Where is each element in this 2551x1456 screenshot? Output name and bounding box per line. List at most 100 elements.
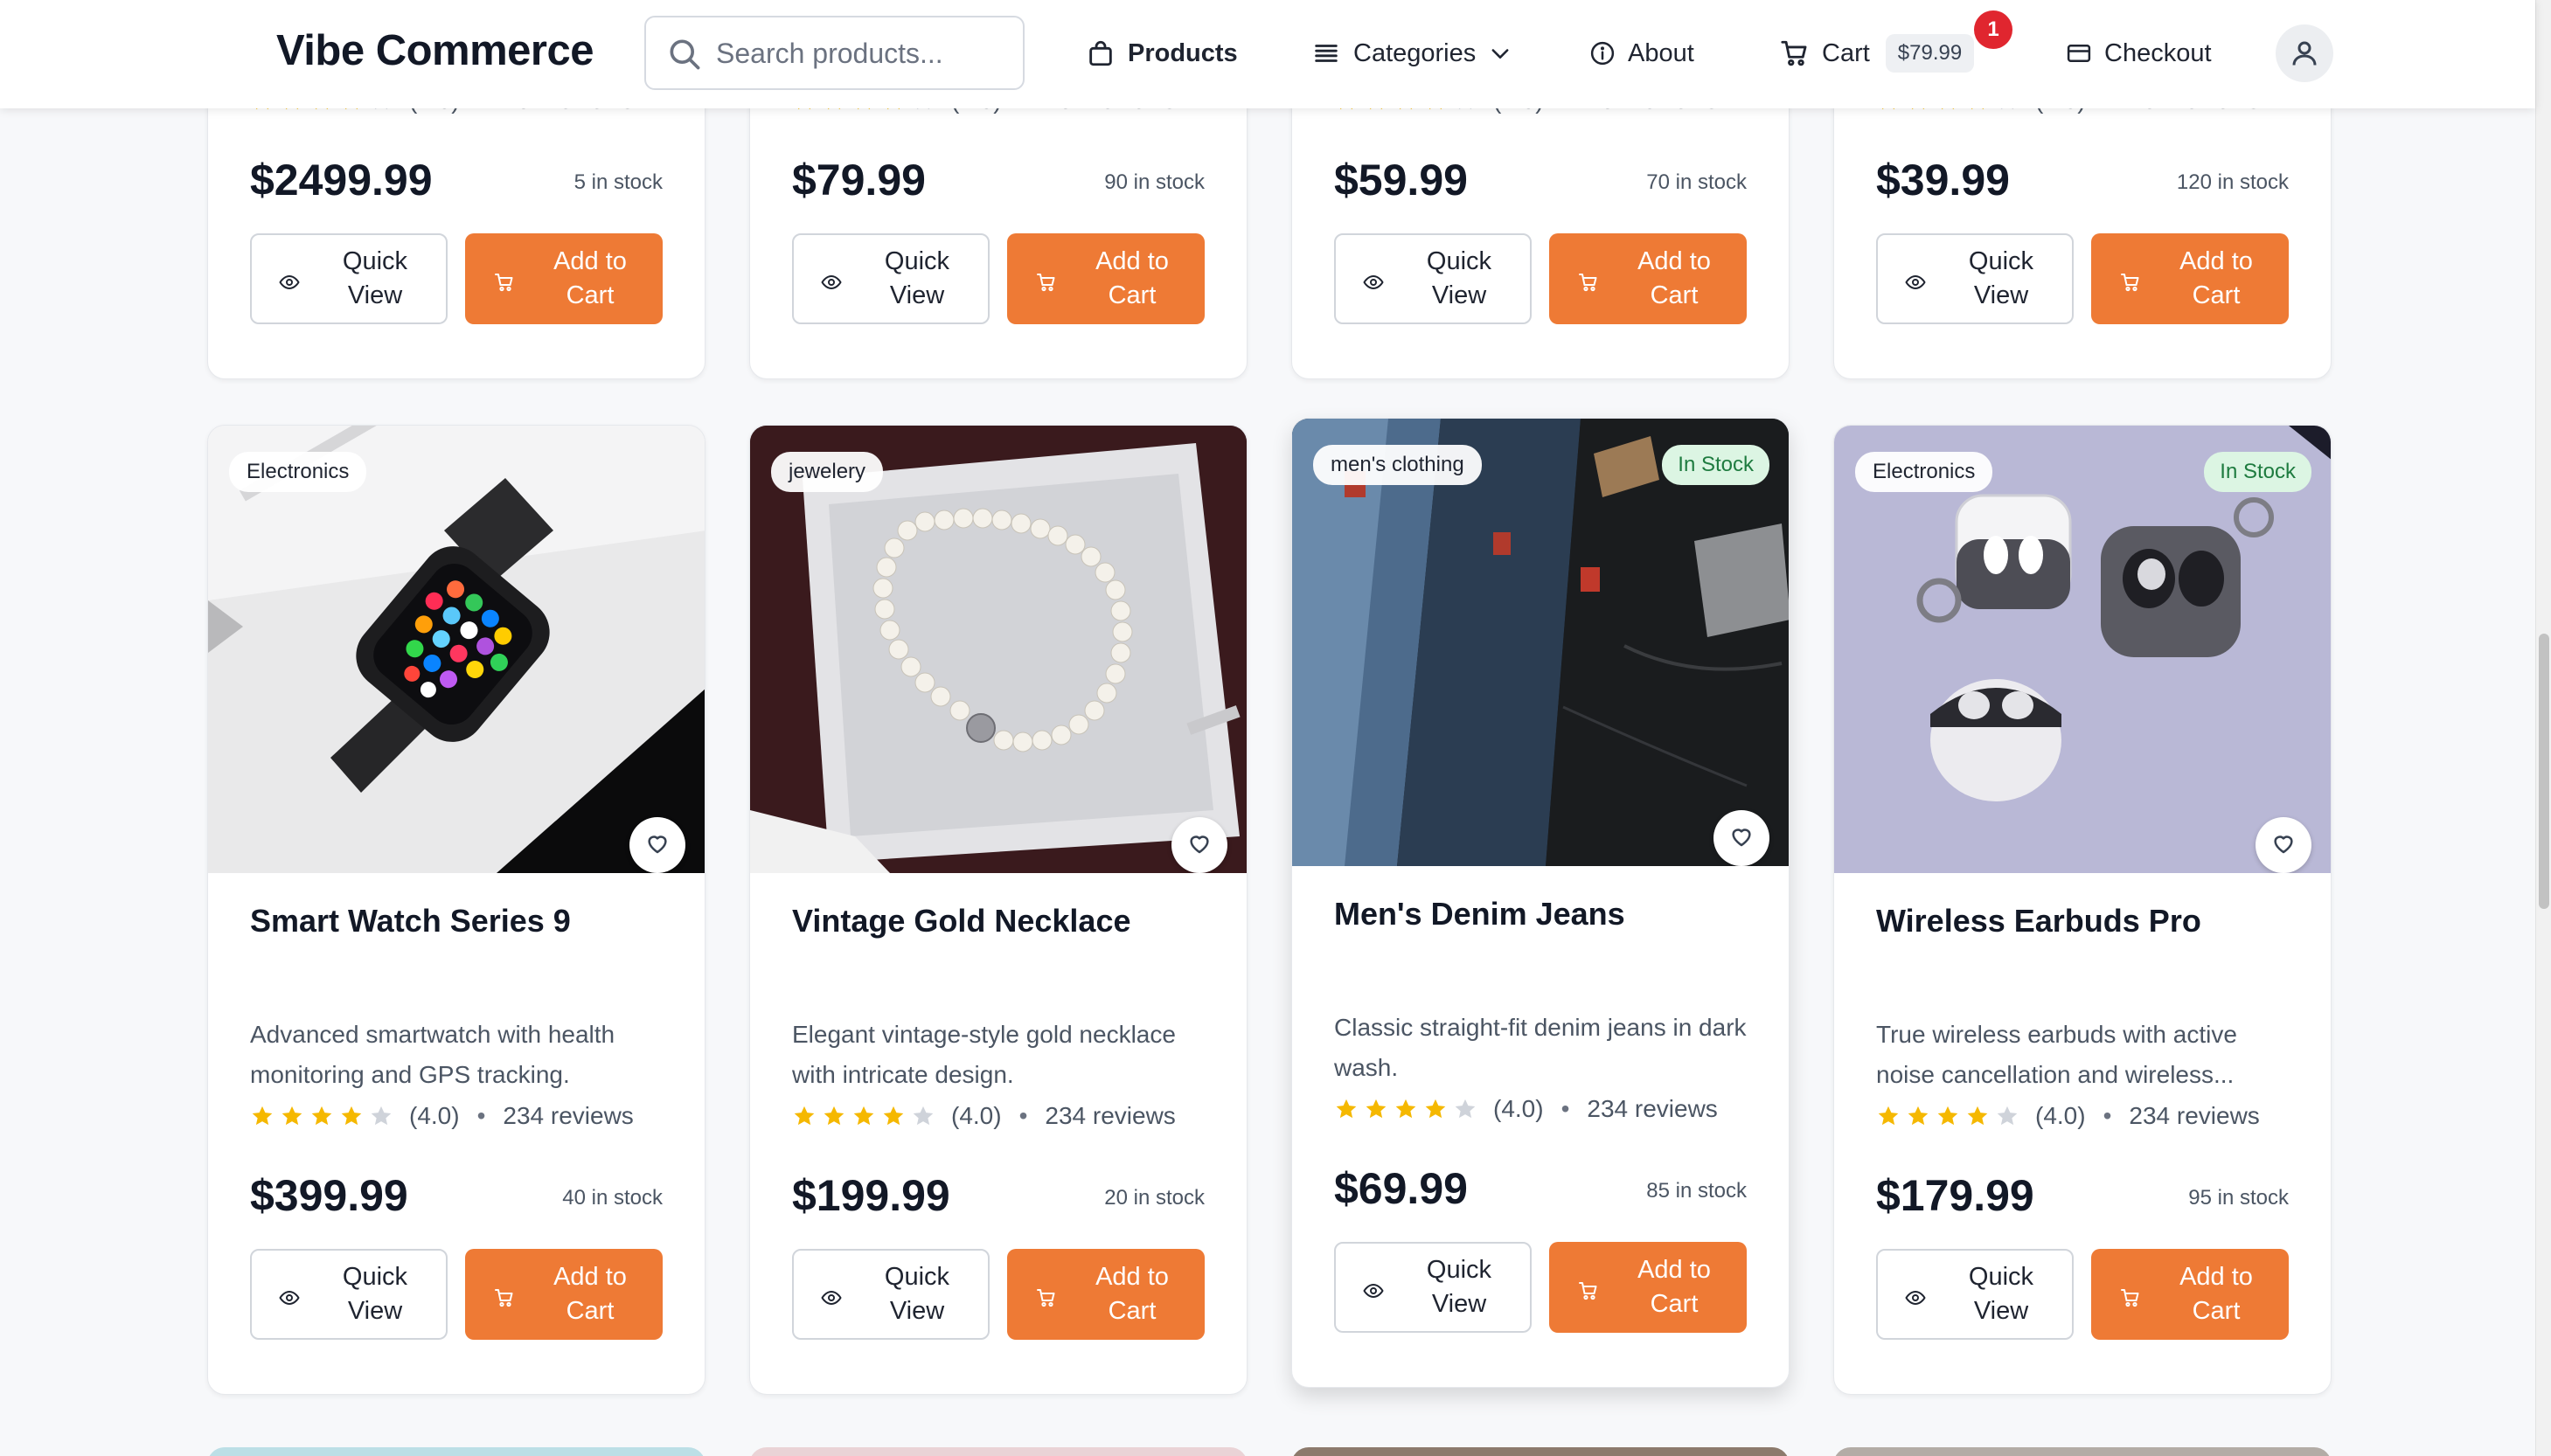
category-badge: Electronics <box>229 452 367 492</box>
product-name[interactable]: Vintage Gold Necklace <box>792 903 1131 939</box>
quick-view-button[interactable]: Quick View <box>792 233 990 324</box>
product-image[interactable]: Electronics <box>208 426 705 873</box>
favorite-button[interactable] <box>1171 817 1227 873</box>
nav-cart-label: Cart <box>1822 38 1870 67</box>
add-to-cart-button[interactable]: Add to Cart <box>2091 233 2289 324</box>
star-rating <box>1876 1104 2019 1128</box>
nav-checkout-link[interactable]: Checkout <box>2066 26 2212 80</box>
add-to-cart-button[interactable]: Add to Cart <box>465 233 663 324</box>
quick-view-label: Quick View <box>342 1263 408 1325</box>
nav-products-link[interactable]: Products <box>1086 26 1238 80</box>
review-count: 234 reviews <box>1045 1102 1176 1129</box>
favorite-button[interactable] <box>629 817 685 873</box>
add-to-cart-label: Add to Cart <box>553 1263 627 1325</box>
star-filled-icon <box>853 1106 874 1126</box>
add-to-cart-button[interactable]: Add to Cart <box>465 1249 663 1340</box>
product-name[interactable]: Smart Watch Series 9 <box>250 903 571 939</box>
user-icon <box>2292 41 2317 66</box>
product-card[interactable]: Electronics Smart Watch Series 9 Advance… <box>207 425 706 1395</box>
nav-categories-dropdown[interactable]: Categories <box>1311 26 1512 80</box>
separator-dot: • <box>2103 1102 2112 1129</box>
scrollbar-thumb[interactable] <box>2539 634 2549 909</box>
product-card[interactable]: Electronics In Stock Wireless Earbuds Pr… <box>1833 425 2332 1395</box>
card-body: Men's Denim Jeans Classic straight-fit d… <box>1334 866 1747 1387</box>
add-to-cart-button[interactable]: Add to Cart <box>1007 233 1205 324</box>
search-box[interactable] <box>644 16 1025 90</box>
add-to-cart-button[interactable]: Add to Cart <box>1549 1242 1747 1333</box>
chevron-down-icon <box>1491 49 1509 59</box>
add-to-cart-button[interactable]: Add to Cart <box>1549 233 1747 324</box>
product-price: $399.99 <box>250 1171 408 1220</box>
quick-view-button[interactable]: Quick View <box>1876 1249 2074 1340</box>
product-image[interactable]: Electronics In Stock <box>1834 426 2331 873</box>
product-image[interactable]: men's clothing In Stock <box>1292 419 1789 866</box>
quick-view-button[interactable]: Quick View <box>250 1249 448 1340</box>
add-to-cart-label: Add to Cart <box>1095 1263 1169 1325</box>
star-filled-icon <box>1967 1106 1988 1126</box>
rating-value: (4.0) <box>951 1102 1002 1129</box>
product-price: $179.99 <box>1876 1171 2034 1220</box>
quick-view-label: Quick View <box>1426 247 1492 309</box>
product-card-next-row <box>1833 1447 2332 1456</box>
product-price: $199.99 <box>792 1171 950 1220</box>
denim-jeans-photo <box>1292 419 1789 866</box>
product-price: $59.99 <box>1334 156 1468 205</box>
nav-about-link[interactable]: About <box>1589 26 1694 80</box>
separator-dot: • <box>1018 1102 1028 1129</box>
eye-icon <box>821 268 842 289</box>
favorite-button[interactable] <box>2256 817 2311 873</box>
favorite-button[interactable] <box>1713 810 1769 866</box>
review-count: 234 reviews <box>2129 1102 2260 1129</box>
product-name[interactable]: Men's Denim Jeans <box>1334 896 1625 933</box>
star-filled-icon <box>824 1106 845 1126</box>
cart-icon <box>1578 1277 1599 1300</box>
separator-dot: • <box>1560 1095 1570 1122</box>
quick-view-button[interactable]: Quick View <box>1334 1242 1532 1333</box>
nav-categories-label: Categories <box>1353 38 1477 67</box>
product-image[interactable]: jewelery <box>750 426 1247 873</box>
search-icon <box>670 39 700 70</box>
rating-row: (4.0) • 234 reviews <box>250 1102 634 1130</box>
page-scrollbar[interactable] <box>2535 0 2551 1456</box>
quick-view-label: Quick View <box>884 247 950 309</box>
pearl-necklace-photo <box>750 426 1247 873</box>
product-card[interactable]: men's clothing In Stock Men's Denim Jean… <box>1291 418 1790 1388</box>
product-description: Classic straight-fit denim jeans in dark… <box>1334 1014 1747 1081</box>
brand-logo[interactable]: Vibe Commerce <box>276 26 594 75</box>
card-body: Wireless Earbuds Pro True wireless earbu… <box>1876 873 2289 1394</box>
product-description: Elegant vintage-style gold necklace with… <box>792 1021 1176 1088</box>
add-to-cart-button[interactable]: Add to Cart <box>1007 1249 1205 1340</box>
cart-icon <box>1036 268 1057 292</box>
stock-count: 20 in stock <box>1104 1186 1205 1210</box>
stock-count: 5 in stock <box>573 170 663 194</box>
quick-view-button[interactable]: Quick View <box>1334 233 1532 324</box>
info-icon <box>1590 41 1615 66</box>
stock-count: 85 in stock <box>1646 1179 1747 1203</box>
product-price: $69.99 <box>1334 1164 1468 1213</box>
nav-cart-link[interactable]: Cart $79.99 <box>1780 26 1975 80</box>
add-to-cart-button[interactable]: Add to Cart <box>2091 1249 2289 1340</box>
star-filled-icon <box>1878 1106 1899 1126</box>
rating-row: (4.0) • 234 reviews <box>1334 1095 1718 1123</box>
star-filled-icon <box>883 1106 904 1126</box>
quick-view-button[interactable]: Quick View <box>1876 233 2074 324</box>
eye-icon <box>1905 268 1926 289</box>
quick-view-button[interactable]: Quick View <box>250 233 448 324</box>
star-filled-icon <box>341 1106 362 1126</box>
quick-view-button[interactable]: Quick View <box>792 1249 990 1340</box>
quick-view-label: Quick View <box>1968 1263 2034 1325</box>
product-name[interactable]: Wireless Earbuds Pro <box>1876 903 2201 939</box>
rating-value: (4.0) <box>409 1102 460 1129</box>
star-filled-icon <box>1366 1099 1387 1119</box>
star-filled-icon <box>1336 1099 1357 1119</box>
nav-products-label: Products <box>1128 38 1238 67</box>
add-to-cart-label: Add to Cart <box>1095 247 1169 309</box>
search-input[interactable] <box>716 28 1013 79</box>
heart-icon <box>2270 830 2297 861</box>
nav-about-label: About <box>1628 38 1694 67</box>
product-card-next-row <box>1291 1447 1790 1456</box>
rating-row: (4.0) • 234 reviews <box>792 1102 1176 1130</box>
user-avatar-button[interactable] <box>2276 24 2333 82</box>
product-card[interactable]: jewelery Vintage Gold Necklace Elegant v… <box>749 425 1248 1395</box>
eye-icon <box>1363 1277 1384 1298</box>
